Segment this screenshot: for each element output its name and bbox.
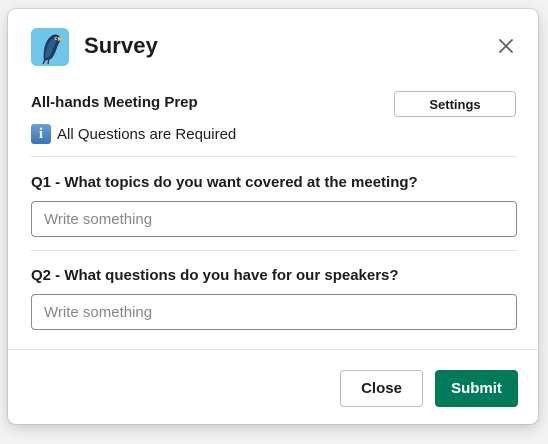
required-text: All Questions are Required	[57, 125, 237, 143]
screen-backdrop: Survey All-hands Meeting Prep Settings i…	[0, 0, 548, 444]
footer-divider	[8, 349, 538, 350]
bird-app-icon	[31, 28, 69, 66]
modal-header: Survey	[8, 9, 538, 87]
section-divider	[31, 156, 517, 157]
section-divider	[31, 250, 517, 251]
survey-modal: Survey All-hands Meeting Prep Settings i…	[8, 9, 538, 424]
submit-button[interactable]: Submit	[435, 370, 518, 407]
modal-title: Survey	[84, 33, 158, 58]
question-1-input[interactable]	[31, 201, 517, 237]
required-notice: i All Questions are Required	[31, 123, 236, 145]
close-button[interactable]: Close	[340, 370, 423, 407]
survey-name: All-hands Meeting Prep	[31, 94, 198, 111]
question-2-input[interactable]	[31, 294, 517, 330]
close-icon[interactable]	[496, 36, 516, 56]
question-1-label: Q1 - What topics do you want covered at …	[31, 174, 418, 191]
question-2-label: Q2 - What questions do you have for our …	[31, 267, 399, 284]
settings-button[interactable]: Settings	[394, 91, 516, 117]
info-icon: i	[31, 124, 51, 144]
